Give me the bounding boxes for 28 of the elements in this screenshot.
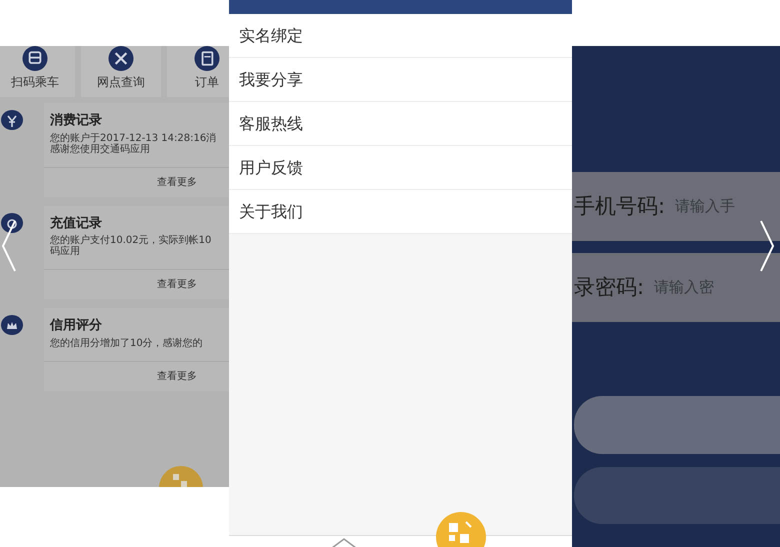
document-icon [193, 46, 221, 71]
see-more-link[interactable]: 查看更多 [157, 277, 197, 292]
shortcut-tile[interactable]: 网点查询 [81, 46, 161, 97]
menu-item[interactable]: 实名绑定 [229, 14, 572, 58]
coin-icon [1, 212, 23, 232]
record-description: 您的账户于2017-12-13 14:28:16消 [50, 132, 218, 144]
crown-icon [1, 315, 23, 335]
shortcut-tile[interactable]: 订单 [167, 46, 229, 97]
record-title: 消费记录 [49, 112, 103, 130]
register-button[interactable] [574, 467, 780, 524]
record-description: 您的账户支付10.02元，实际到帐10 [50, 235, 212, 246]
record-title: 信用评分 [48, 317, 103, 335]
record-title: 充值记录 [49, 214, 103, 232]
see-more-link[interactable]: 查看更多 [157, 368, 197, 384]
yen-icon [1, 110, 23, 130]
bus-icon [21, 46, 49, 71]
scan-fab-icon[interactable] [436, 512, 486, 547]
see-more-link[interactable]: 查看更多 [157, 174, 197, 190]
home-icon[interactable] [331, 538, 357, 547]
tools-icon [107, 46, 135, 71]
field-label: 手机号码: [574, 192, 666, 220]
login-button[interactable] [574, 396, 780, 454]
scan-fab-icon[interactable] [159, 466, 203, 487]
record-description: 您的信用分增加了10分，感谢您的 [50, 338, 204, 348]
record-description: 码应用 [50, 246, 81, 257]
field-label: 录密码: [574, 274, 644, 301]
record-description: 感谢您使用交通码应用 [50, 144, 151, 154]
shortcut-tile[interactable]: 扫码乘车 [0, 46, 75, 97]
